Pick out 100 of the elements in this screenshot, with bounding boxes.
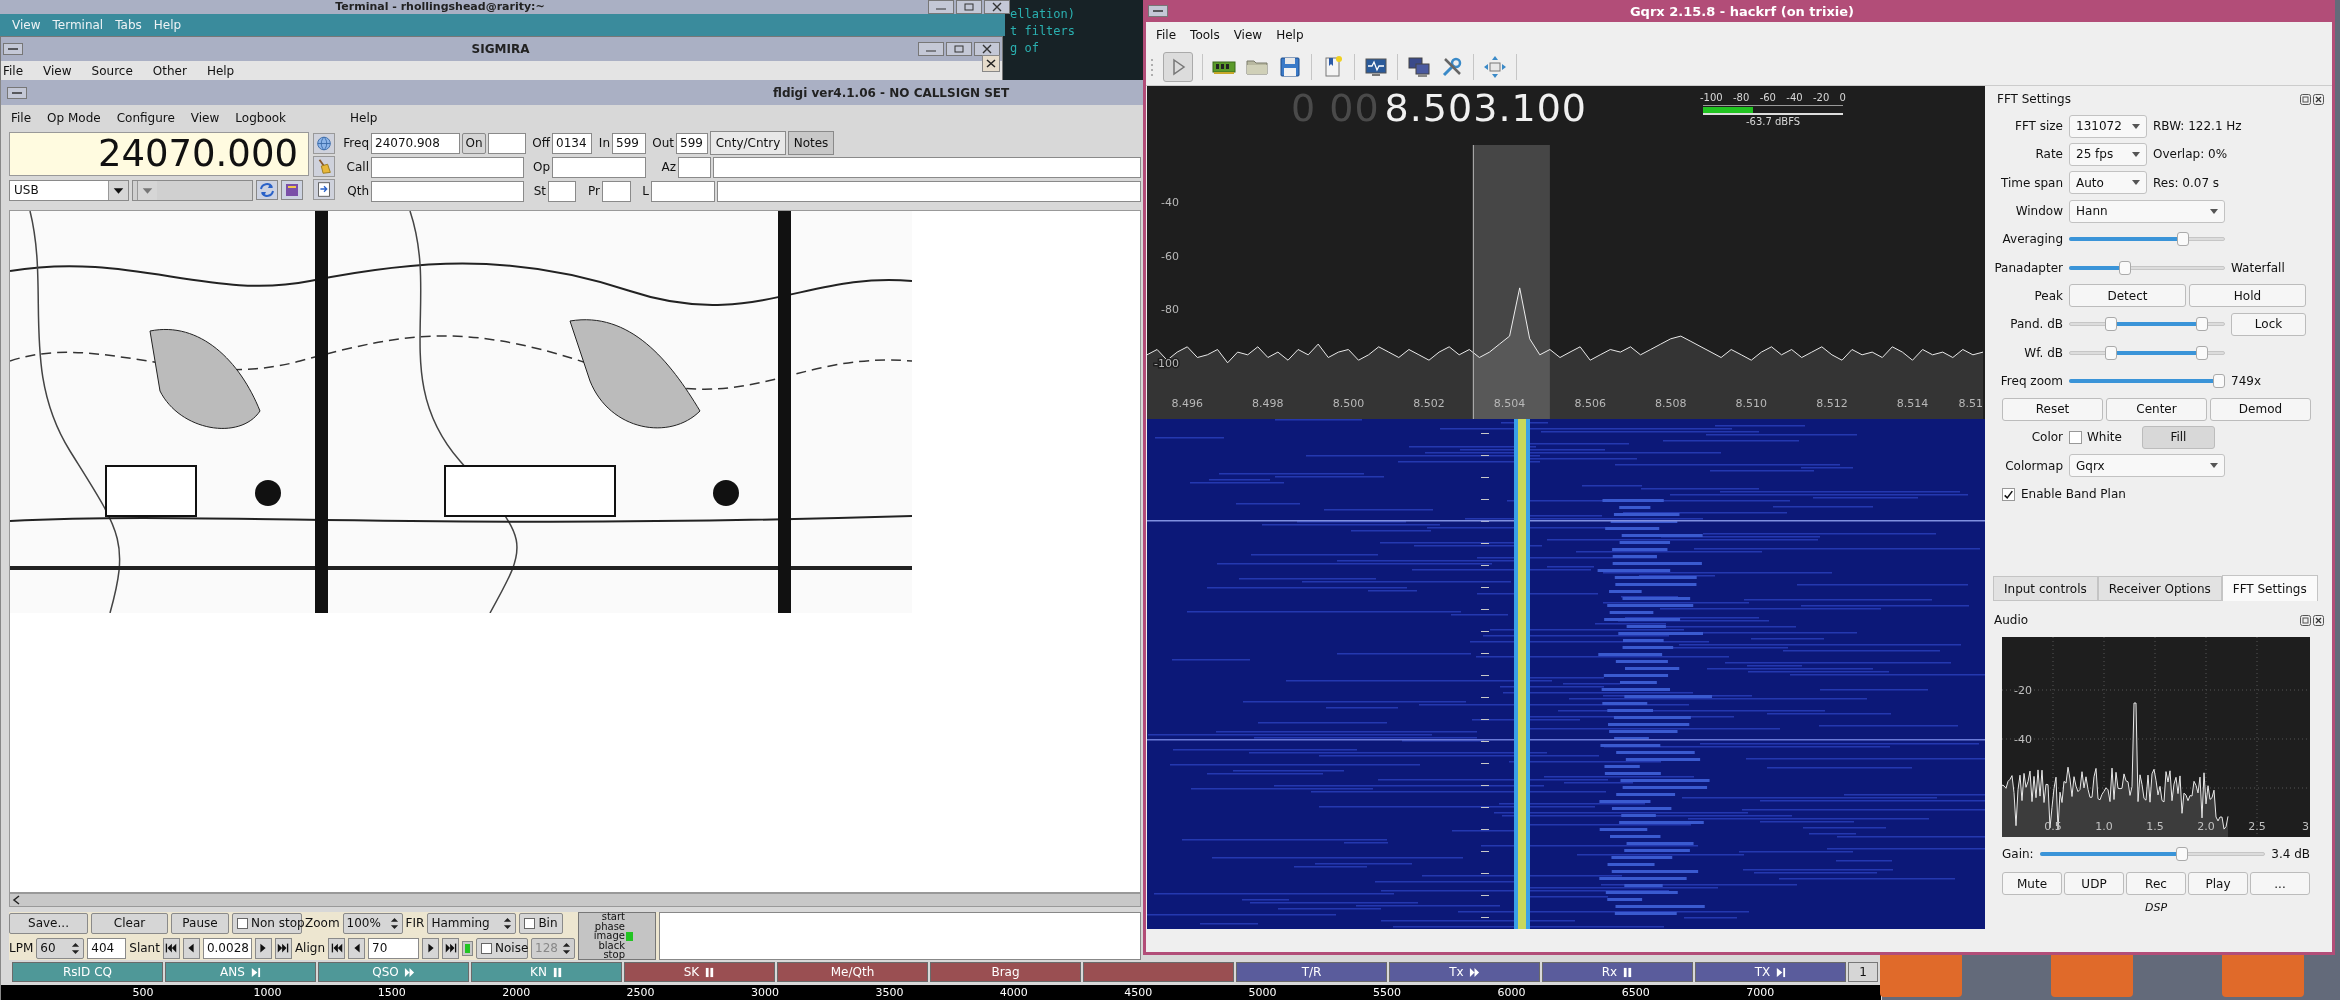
checkbox-label[interactable]: Enable Band Plan [2021, 487, 2126, 501]
menu-item[interactable]: Logbook [235, 110, 286, 125]
document-icon[interactable] [313, 179, 335, 200]
computers-icon[interactable] [1407, 54, 1431, 79]
macro-button[interactable]: SK [624, 962, 775, 982]
prev-button[interactable] [348, 937, 365, 959]
menu-item[interactable]: File [3, 64, 24, 78]
taskbar-tile[interactable] [1880, 955, 1962, 997]
slant-field[interactable]: 0.0028 [202, 937, 252, 959]
dropdown[interactable]: Hann [2069, 199, 2225, 223]
lpm-field[interactable]: 404 [87, 937, 127, 959]
checkbox[interactable] [2002, 487, 2015, 501]
tab[interactable]: Cnty/Cntry [710, 131, 786, 155]
close-icon[interactable] [2313, 93, 2324, 105]
next-button[interactable] [254, 937, 272, 959]
lock-button[interactable]: Lock [2231, 312, 2306, 336]
azimuth-field[interactable] [678, 156, 711, 178]
audio-button[interactable]: ... [2250, 872, 2310, 896]
menu-item[interactable]: View [43, 64, 72, 78]
prev-button[interactable] [182, 937, 200, 959]
menu-item[interactable]: View [1233, 28, 1263, 42]
plot-button[interactable]: Reset [2002, 397, 2103, 421]
fill-toggle[interactable]: Fill [2141, 425, 2215, 449]
call-field[interactable] [371, 156, 524, 178]
broom-icon[interactable] [313, 156, 335, 177]
book-icon[interactable] [281, 180, 303, 200]
spinner-arrows-icon[interactable] [71, 940, 81, 956]
plot-button[interactable]: Center [2106, 397, 2207, 421]
menu-item[interactable]: Tools [1190, 28, 1220, 42]
checkbox[interactable] [237, 917, 248, 929]
menu-item[interactable]: File [11, 110, 32, 125]
macro-button[interactable]: T/R [1236, 962, 1387, 982]
macro-page-button[interactable]: 1 [1848, 962, 1878, 982]
frequency-field[interactable]: 24070.908 [371, 132, 460, 154]
bin-toggle[interactable]: Bin [519, 912, 564, 934]
menu-item[interactable]: View [12, 18, 41, 32]
mode-dropdown[interactable]: USB [9, 179, 129, 201]
operator-field[interactable] [552, 156, 646, 178]
window-menu-icon[interactable] [1148, 5, 1168, 17]
first-button[interactable] [162, 937, 180, 959]
text-pane[interactable] [659, 912, 1141, 960]
action-button[interactable]: Pause [171, 912, 229, 934]
menu-item[interactable]: File [1156, 28, 1177, 42]
country-field[interactable] [713, 156, 1141, 178]
slider-thumb[interactable] [2176, 232, 2189, 247]
slider-thumb[interactable] [2105, 345, 2118, 360]
frequency-ruler[interactable]: 500 1000 1500 2000 2500 3000 3500 4000 4500 5000 5500 6000 6500 7000 [1, 985, 1881, 1000]
slider-thumb[interactable] [2195, 345, 2208, 360]
on-button[interactable]: On [462, 132, 486, 154]
menu-item[interactable]: Terminal [52, 18, 104, 32]
close-button[interactable] [974, 42, 1000, 56]
filter-band[interactable] [1473, 145, 1550, 419]
move-arrows-icon[interactable] [1483, 54, 1507, 79]
audio-button[interactable]: Play [2188, 872, 2248, 896]
slider[interactable] [2069, 231, 2225, 248]
next-button[interactable] [422, 937, 439, 959]
peak-button[interactable]: Detect [2069, 284, 2186, 308]
macro-button[interactable]: Rx [1542, 962, 1693, 982]
qth-field[interactable] [371, 180, 524, 202]
audio-button[interactable]: Rec [2126, 872, 2186, 896]
window-menu-icon[interactable] [7, 86, 27, 99]
menu-item[interactable]: Tabs [115, 18, 142, 32]
menu-item[interactable]: Help [1276, 28, 1304, 42]
state-field[interactable] [548, 180, 576, 202]
float-icon[interactable] [2300, 93, 2311, 105]
tab[interactable]: FFT Settings [2221, 575, 2318, 602]
close-button[interactable] [984, 0, 1010, 14]
menu-item[interactable]: Other [152, 64, 187, 78]
last-button[interactable] [274, 937, 292, 959]
province-field[interactable] [602, 180, 631, 202]
checkbox[interactable] [2069, 430, 2082, 444]
first-button[interactable] [328, 937, 345, 959]
macro-button[interactable]: Tx [1389, 962, 1540, 982]
audio-spectrum-plot[interactable]: -20 -40 0.5 1.0 1.5 2.0 2.5 3 [2002, 637, 2310, 838]
dropdown[interactable]: 25 fps [2069, 142, 2147, 166]
scrollbar[interactable] [9, 893, 1141, 907]
menu-item[interactable]: Help [206, 64, 235, 78]
menu-item[interactable]: Source [91, 64, 133, 78]
lpm-spinner[interactable]: 60 [36, 937, 85, 959]
menu-item[interactable]: Help [350, 110, 378, 125]
time-off-field[interactable]: 0134 [552, 132, 592, 154]
action-button[interactable]: Save... [9, 912, 88, 934]
spinner-arrows-icon[interactable] [389, 915, 399, 931]
slider-thumb[interactable] [2105, 317, 2118, 332]
spinner-arrows-icon[interactable] [503, 915, 513, 931]
frequency-readout[interactable]: 8.503.100 [1384, 85, 1587, 131]
slider[interactable] [2039, 846, 2266, 863]
noise-toggle[interactable]: Noise [476, 937, 528, 959]
taskbar-tile[interactable] [2222, 955, 2304, 997]
minimize-button[interactable] [928, 0, 954, 14]
taskbar-tile[interactable] [2051, 955, 2133, 997]
slider[interactable] [2069, 259, 2225, 276]
minimize-button[interactable] [918, 42, 944, 56]
zoom-spinner[interactable]: 100% [342, 912, 403, 934]
menu-item[interactable]: Op Mode [47, 110, 101, 125]
tab[interactable]: Input controls [1993, 576, 2098, 602]
tab[interactable]: Receiver Options [2097, 576, 2222, 602]
window-menu-icon[interactable] [3, 43, 23, 55]
range-slider[interactable] [2069, 316, 2225, 333]
audio-button[interactable]: Mute [2002, 872, 2062, 896]
